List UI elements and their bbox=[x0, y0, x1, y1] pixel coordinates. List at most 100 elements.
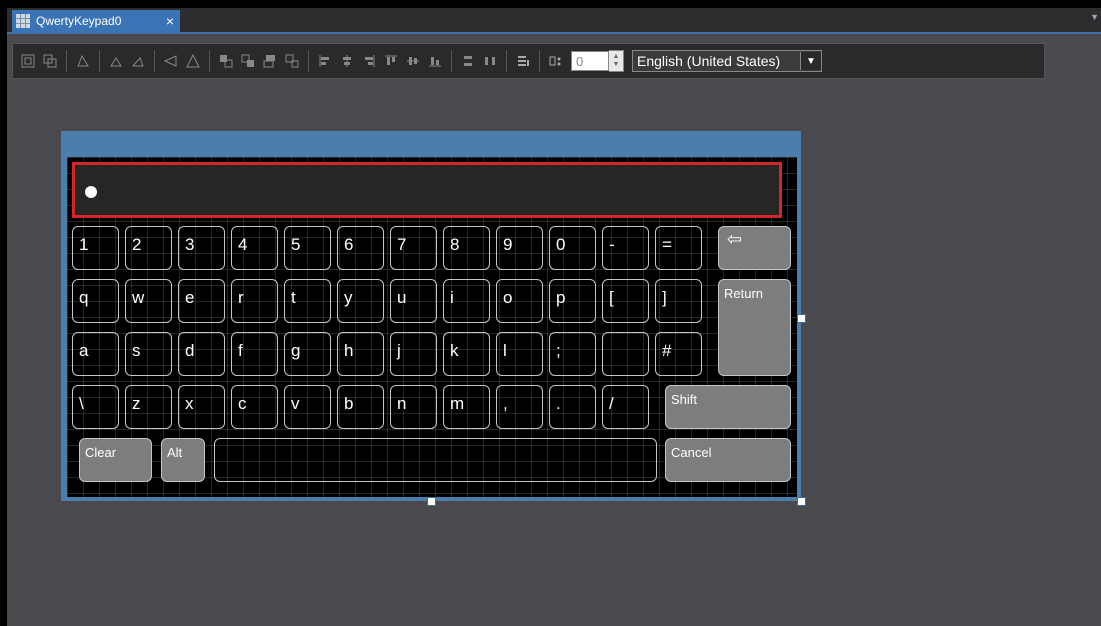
key[interactable]: ; bbox=[549, 332, 596, 376]
tab-order-icon[interactable] bbox=[514, 52, 532, 70]
flip-icon[interactable] bbox=[74, 52, 92, 70]
spinner-arrows-icon[interactable]: ▲ ▼ bbox=[609, 50, 624, 72]
key[interactable]: d bbox=[178, 332, 225, 376]
key[interactable]: b bbox=[337, 385, 384, 429]
key[interactable]: m bbox=[443, 385, 490, 429]
key[interactable]: y bbox=[337, 279, 384, 323]
backspace-key[interactable]: ⇦ bbox=[718, 226, 791, 270]
key[interactable]: c bbox=[231, 385, 278, 429]
key[interactable]: 2 bbox=[125, 226, 172, 270]
distribute-horizontal-icon[interactable] bbox=[481, 52, 499, 70]
align-middle-icon[interactable] bbox=[404, 52, 422, 70]
key[interactable]: . bbox=[549, 385, 596, 429]
tab-qwerty-keypad[interactable]: QwertyKeypad0 × bbox=[12, 10, 180, 32]
key[interactable]: r bbox=[231, 279, 278, 323]
language-select-value: English (United States) bbox=[637, 53, 781, 69]
key[interactable]: / bbox=[602, 385, 649, 429]
flip-vertical-icon[interactable] bbox=[184, 52, 202, 70]
key[interactable]: 1 bbox=[72, 226, 119, 270]
align-center-icon[interactable] bbox=[338, 52, 356, 70]
key[interactable]: 9 bbox=[496, 226, 543, 270]
key[interactable]: t bbox=[284, 279, 331, 323]
index-number-icon bbox=[547, 52, 565, 70]
key[interactable]: g bbox=[284, 332, 331, 376]
editor-frame: QwertyKeypad0 × ▼ 0 ▲ ▼ English (United … bbox=[7, 8, 1101, 626]
key[interactable]: 0 bbox=[549, 226, 596, 270]
key[interactable]: n bbox=[390, 385, 437, 429]
key[interactable]: 3 bbox=[178, 226, 225, 270]
keypad-body: 1 2 3 4 5 6 7 8 9 0- = q w e r t y u i o p[] a s d f g h j k l; # \ z x c v… bbox=[67, 157, 797, 497]
key[interactable]: q bbox=[72, 279, 119, 323]
key[interactable]: # bbox=[655, 332, 702, 376]
key[interactable] bbox=[602, 332, 649, 376]
layout-toolbar: ▲▼ English (United States) ▼ bbox=[12, 43, 1045, 79]
close-icon[interactable]: × bbox=[166, 13, 174, 29]
align-top-icon[interactable] bbox=[382, 52, 400, 70]
language-select[interactable]: English (United States) ▼ bbox=[632, 50, 822, 72]
key[interactable]: i bbox=[443, 279, 490, 323]
key[interactable]: , bbox=[496, 385, 543, 429]
toolbar-separator bbox=[66, 50, 67, 72]
key[interactable]: j bbox=[390, 332, 437, 376]
chevron-down-icon[interactable]: ▼ bbox=[800, 52, 821, 70]
rotate-right-icon[interactable] bbox=[129, 52, 147, 70]
keypad-display[interactable] bbox=[72, 162, 782, 218]
shift-key[interactable]: Shift bbox=[665, 385, 791, 429]
key[interactable]: p bbox=[549, 279, 596, 323]
key[interactable]: u bbox=[390, 279, 437, 323]
key[interactable]: ] bbox=[655, 279, 702, 323]
key[interactable]: a bbox=[72, 332, 119, 376]
index-spinner-input[interactable] bbox=[571, 51, 609, 71]
send-backward-icon[interactable] bbox=[261, 52, 279, 70]
space-key[interactable] bbox=[214, 438, 657, 482]
group-icon[interactable] bbox=[19, 52, 37, 70]
return-key[interactable]: Return bbox=[718, 279, 791, 376]
clear-key[interactable]: Clear bbox=[79, 438, 152, 482]
cursor-dot-icon bbox=[85, 186, 97, 198]
key[interactable]: s bbox=[125, 332, 172, 376]
rotate-left-icon[interactable] bbox=[107, 52, 125, 70]
key[interactable]: [ bbox=[602, 279, 649, 323]
key[interactable]: 8 bbox=[443, 226, 490, 270]
toolbar-separator bbox=[451, 50, 452, 72]
key[interactable]: - bbox=[602, 226, 649, 270]
toolbar-separator bbox=[308, 50, 309, 72]
tab-menu-arrow-icon[interactable]: ▼ bbox=[1090, 12, 1099, 22]
keypad-object[interactable]: 1 2 3 4 5 6 7 8 9 0- = q w e r t y u i o p[] a s d f g h j k l; # \ z x c v… bbox=[61, 131, 806, 506]
key[interactable]: z bbox=[125, 385, 172, 429]
resize-handle-bottom-right[interactable] bbox=[797, 497, 806, 506]
key[interactable]: e bbox=[178, 279, 225, 323]
key[interactable]: f bbox=[231, 332, 278, 376]
key[interactable]: h bbox=[337, 332, 384, 376]
key[interactable]: o bbox=[496, 279, 543, 323]
key[interactable]: 5 bbox=[284, 226, 331, 270]
distribute-vertical-icon[interactable] bbox=[459, 52, 477, 70]
key[interactable]: 4 bbox=[231, 226, 278, 270]
key[interactable]: l bbox=[496, 332, 543, 376]
key[interactable]: w bbox=[125, 279, 172, 323]
send-to-back-icon[interactable] bbox=[283, 52, 301, 70]
alt-key[interactable]: Alt bbox=[161, 438, 205, 482]
bring-forward-icon[interactable] bbox=[239, 52, 257, 70]
document-tabstrip: QwertyKeypad0 × ▼ bbox=[7, 8, 1101, 34]
key[interactable]: \ bbox=[72, 385, 119, 429]
key[interactable]: 6 bbox=[337, 226, 384, 270]
flip-horizontal-icon[interactable] bbox=[162, 52, 180, 70]
toolbar-separator bbox=[539, 50, 540, 72]
toolbar-separator bbox=[506, 50, 507, 72]
align-right-icon[interactable] bbox=[360, 52, 378, 70]
align-bottom-icon[interactable] bbox=[426, 52, 444, 70]
key[interactable]: k bbox=[443, 332, 490, 376]
key[interactable]: 7 bbox=[390, 226, 437, 270]
key[interactable]: = bbox=[655, 226, 702, 270]
toolbar-separator bbox=[209, 50, 210, 72]
key[interactable]: x bbox=[178, 385, 225, 429]
align-left-icon[interactable] bbox=[316, 52, 334, 70]
index-spinner[interactable]: ▲▼ bbox=[571, 50, 624, 72]
bring-to-front-icon[interactable] bbox=[217, 52, 235, 70]
resize-handle-right[interactable] bbox=[797, 314, 806, 323]
cancel-key[interactable]: Cancel bbox=[665, 438, 791, 482]
resize-handle-bottom[interactable] bbox=[427, 497, 436, 506]
key[interactable]: v bbox=[284, 385, 331, 429]
ungroup-icon[interactable] bbox=[41, 52, 59, 70]
